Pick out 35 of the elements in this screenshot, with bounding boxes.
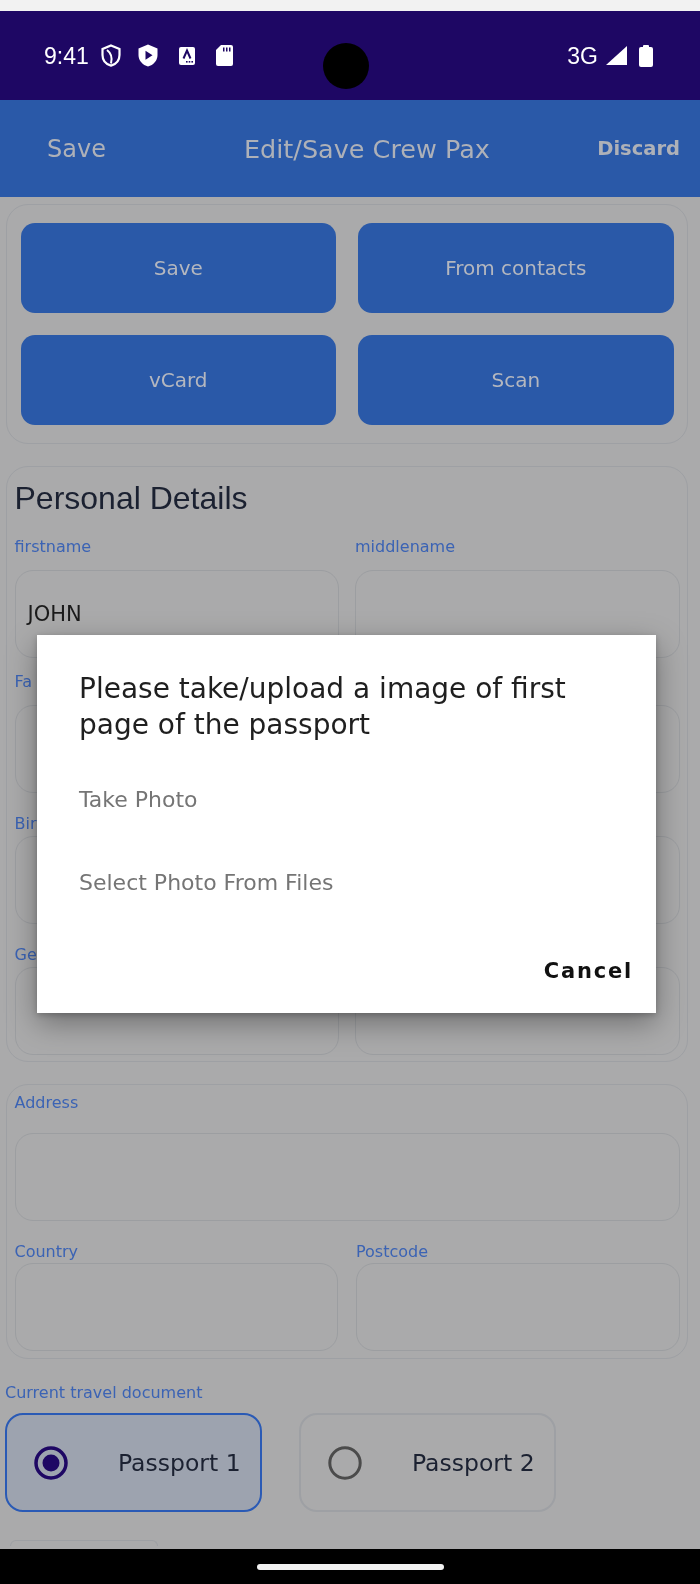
- radio-option[interactable]: Passport 1: [5, 1413, 262, 1512]
- dialog-title: Please take/upload a image of first page of the passport: [79, 671, 567, 743]
- dialog-option[interactable]: Select Photo From Files: [37, 855, 656, 911]
- radio-icon[interactable]: [34, 1445, 68, 1480]
- action-button[interactable]: Save: [20, 223, 336, 313]
- status-time: 9:41: [44, 41, 89, 70]
- sd-card-icon: [215, 45, 233, 66]
- field-label: Ge: [14, 943, 37, 966]
- field-label: firstname: [14, 535, 92, 558]
- field-label: Country: [14, 1240, 79, 1263]
- dialog-option[interactable]: Take Photo: [37, 772, 656, 828]
- action-button[interactable]: vCard: [20, 335, 336, 425]
- field-label: Bir: [14, 812, 37, 835]
- tile-icon: [178, 46, 195, 65]
- home-indicator[interactable]: [256, 1563, 444, 1570]
- field-label: Postcode: [356, 1240, 429, 1263]
- save-button[interactable]: Save: [47, 133, 106, 164]
- play-shield-icon: [137, 44, 158, 67]
- screen-title: Edit/Save Crew Pax: [243, 133, 490, 164]
- action-button[interactable]: Scan: [358, 335, 674, 425]
- radio-icon[interactable]: [328, 1445, 362, 1480]
- field-label: middlename: [355, 535, 455, 558]
- field-label: Fa: [14, 670, 33, 693]
- radio-option[interactable]: Passport 2: [299, 1413, 556, 1512]
- field-label: Current travel document: [5, 1381, 203, 1404]
- field-label: Address: [14, 1091, 79, 1114]
- camera-cutout-icon: [323, 43, 369, 89]
- section-heading: Personal Details: [14, 480, 248, 516]
- shield-icon: [100, 44, 121, 67]
- network-label: 3G: [567, 41, 598, 70]
- action-button[interactable]: From contacts: [358, 223, 674, 313]
- cancel-button[interactable]: Cancel: [527, 947, 649, 995]
- signal-icon: [606, 46, 627, 65]
- battery-icon: [639, 44, 653, 67]
- discard-button[interactable]: Discard: [597, 133, 680, 164]
